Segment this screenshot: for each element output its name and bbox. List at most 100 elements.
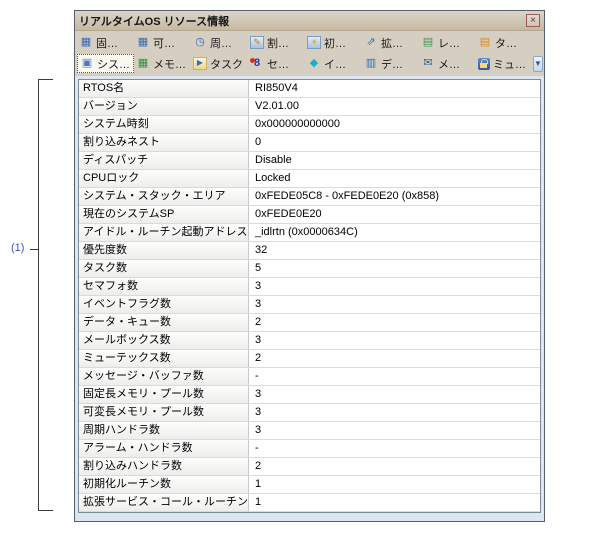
button-label: 拡… (381, 35, 403, 51)
table-row[interactable]: タスク数 5 (79, 260, 540, 278)
fixed-memory-pool-button[interactable]: ▦ 固… (77, 33, 134, 52)
data-queue-tab-button[interactable]: ▥ デ… (362, 54, 419, 73)
property-label: メールボックス数 (79, 332, 249, 349)
property-label: セマフォ数 (79, 278, 249, 295)
table-row[interactable]: イベントフラグ数 3 (79, 296, 540, 314)
table-row[interactable]: アラーム・ハンドラ数 - (79, 440, 540, 458)
button-label: デ… (381, 56, 403, 72)
resource-property-grid: RTOS名 RI850V4 バージョン V2.01.00 システム時刻 0x00… (78, 79, 541, 513)
table-row[interactable]: ディスパッチ Disable (79, 152, 540, 170)
timer-queue-button[interactable]: ▤ タ… (476, 33, 533, 52)
timer-queue-icon: ▤ (478, 36, 492, 49)
event-flag-tab-button[interactable]: ◆ イ… (305, 54, 362, 73)
button-label: イ… (324, 56, 346, 72)
table-row[interactable]: 現在のシステムSP 0xFEDE0E20 (79, 206, 540, 224)
table-row[interactable]: データ・キュー数 2 (79, 314, 540, 332)
property-label: ディスパッチ (79, 152, 249, 169)
mutex-tab-button[interactable]: ミュ… (476, 54, 533, 73)
property-value: 3 (249, 278, 540, 295)
panel-titlebar[interactable]: リアルタイムOS リソース情報 × (75, 11, 544, 31)
button-label: 初… (324, 35, 346, 51)
initialize-routine-button[interactable]: ☀ 初… (305, 33, 362, 52)
table-row[interactable]: バージョン V2.01.00 (79, 98, 540, 116)
table-row[interactable]: 固定長メモリ・プール数 3 (79, 386, 540, 404)
property-label: ミューテックス数 (79, 350, 249, 367)
property-label: CPUロック (79, 170, 249, 187)
semaphore-tab-button[interactable]: 8 セ… (248, 54, 305, 73)
table-row[interactable]: ミューテックス数 2 (79, 350, 540, 368)
variable-memory-pool-button[interactable]: ▦ 可… (134, 33, 191, 52)
property-label: イベントフラグ数 (79, 296, 249, 313)
button-label: レ… (438, 35, 460, 51)
table-row[interactable]: メッセージ・バッファ数 - (79, 368, 540, 386)
table-row[interactable]: メールボックス数 3 (79, 332, 540, 350)
table-row[interactable]: 優先度数 32 (79, 242, 540, 260)
table-row[interactable]: RTOS名 RI850V4 (79, 80, 540, 98)
table-row[interactable]: システム・スタック・エリア 0xFEDE05C8 - 0xFEDE0E20 (0… (79, 188, 540, 206)
annotation-bracket (38, 79, 53, 511)
table-row[interactable]: セマフォ数 3 (79, 278, 540, 296)
property-label: 周期ハンドラ数 (79, 422, 249, 439)
toolbar: ▦ 固… ▦ 可… ◷ 周… ✎ 割… ☀ 初… ⇗ 拡… (75, 31, 544, 76)
table-row[interactable]: 割り込みネスト 0 (79, 134, 540, 152)
initialize-routine-icon: ☀ (307, 36, 321, 49)
semaphore-icon: 8 (250, 57, 264, 70)
property-label: システム・スタック・エリア (79, 188, 249, 205)
cyclic-handler-button[interactable]: ◷ 周… (191, 33, 248, 52)
extended-service-call-button[interactable]: ⇗ 拡… (362, 33, 419, 52)
rtos-resource-panel: リアルタイムOS リソース情報 × ▦ 固… ▦ 可… ◷ 周… ✎ 割… ☀ … (74, 10, 545, 522)
mailbox-icon: ✉ (421, 57, 435, 70)
button-label: 固… (96, 35, 118, 51)
memory-tab-button[interactable]: ▦ メモ… (134, 54, 191, 73)
close-icon[interactable]: × (526, 14, 540, 27)
property-value: RI850V4 (249, 80, 540, 97)
table-row[interactable]: CPUロック Locked (79, 170, 540, 188)
annotation-label: (1) (11, 242, 24, 254)
button-label: タスク (210, 56, 243, 72)
button-label: シス… (97, 56, 130, 72)
property-label: アラーム・ハンドラ数 (79, 440, 249, 457)
property-value: - (249, 440, 540, 457)
property-value: 1 (249, 494, 540, 511)
event-flag-icon: ◆ (307, 57, 321, 70)
button-label: 周… (210, 35, 232, 51)
table-row[interactable]: アイドル・ルーチン起動アドレス _idlrtn (0x0000634C) (79, 224, 540, 242)
property-value: 0xFEDE05C8 - 0xFEDE0E20 (0x858) (249, 188, 540, 205)
mailbox-tab-button[interactable]: ✉ メ… (419, 54, 476, 73)
property-value: 3 (249, 332, 540, 349)
button-label: メ… (438, 56, 460, 72)
table-row[interactable]: システム時刻 0x000000000000 (79, 116, 540, 134)
property-label: 現在のシステムSP (79, 206, 249, 223)
property-label: 割り込みハンドラ数 (79, 458, 249, 475)
property-value: 2 (249, 350, 540, 367)
chevron-down-icon[interactable]: ▼ (533, 56, 543, 72)
property-value: V2.01.00 (249, 98, 540, 115)
property-label: 優先度数 (79, 242, 249, 259)
button-label: 可… (153, 35, 175, 51)
interrupt-handler-button[interactable]: ✎ 割… (248, 33, 305, 52)
system-tab-button[interactable]: ▣ シス… (77, 54, 134, 73)
property-label: RTOS名 (79, 80, 249, 97)
property-value: _idlrtn (0x0000634C) (249, 224, 540, 241)
ready-queue-button[interactable]: ▤ レ… (419, 33, 476, 52)
property-value: 3 (249, 386, 540, 403)
property-label: データ・キュー数 (79, 314, 249, 331)
property-value: 5 (249, 260, 540, 277)
panel-title: リアルタイムOS リソース情報 (79, 13, 229, 29)
property-label: システム時刻 (79, 116, 249, 133)
cyclic-handler-icon: ◷ (193, 36, 207, 49)
property-value: 0xFEDE0E20 (249, 206, 540, 223)
property-label: メッセージ・バッファ数 (79, 368, 249, 385)
table-row[interactable]: 割り込みハンドラ数 2 (79, 458, 540, 476)
task-tab-button[interactable]: ▶ タスク (191, 54, 248, 73)
toolbar-row-1: ▦ 固… ▦ 可… ◷ 周… ✎ 割… ☀ 初… ⇗ 拡… (77, 32, 542, 53)
property-label: 固定長メモリ・プール数 (79, 386, 249, 403)
property-value: Locked (249, 170, 540, 187)
table-row[interactable]: 周期ハンドラ数 3 (79, 422, 540, 440)
table-row[interactable]: 拡張サービス・コール・ルーチン数 1 (79, 494, 540, 512)
table-row[interactable]: 可変長メモリ・プール数 3 (79, 404, 540, 422)
system-icon: ▣ (80, 57, 94, 70)
property-value: 1 (249, 476, 540, 493)
table-row[interactable]: 初期化ルーチン数 1 (79, 476, 540, 494)
button-label: ミュ… (493, 56, 526, 72)
